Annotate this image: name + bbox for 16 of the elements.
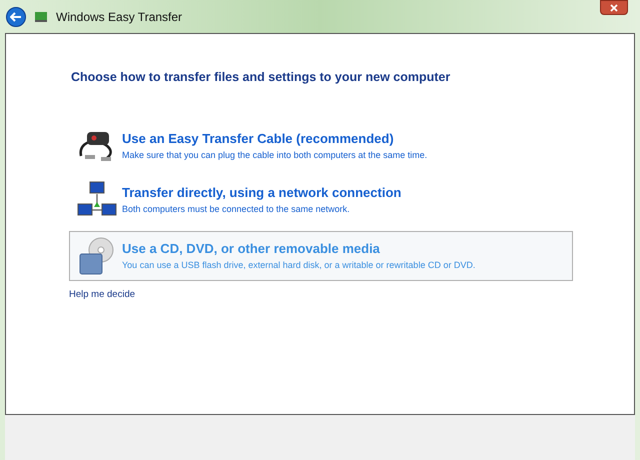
window-title: Windows Easy Transfer [56, 8, 182, 26]
back-arrow-icon [10, 12, 22, 22]
option-description: Both computers must be connected to the same network. [122, 202, 351, 216]
transfer-option[interactable]: Use a CD, DVD, or other removable media You can use a USB flash drive, external hard disk, or a writable or rewritable CD or DVD. [69, 230, 573, 281]
transfer-option[interactable]: Transfer directly, using a network connection Both computers must be connected to the same network. [69, 174, 573, 225]
close-button[interactable] [600, 0, 628, 15]
transfer-option[interactable]: Use an Easy Transfer Cable (recommended) Make sure that you can plug the cable into both computers at the same time. [69, 122, 573, 169]
back-button[interactable] [6, 6, 26, 26]
page-heading: Choose how to transfer files and settings to your new computer [71, 69, 452, 86]
option-title: Use a CD, DVD, or other removable media [122, 240, 381, 258]
option-title: Use an Easy Transfer Cable (recommended) [122, 130, 395, 148]
option-title: Transfer directly, using a network connection [122, 184, 402, 202]
option-description: Make sure that you can plug the cable into both computers at the same time. [122, 148, 428, 162]
close-icon [610, 4, 618, 12]
option-description: You can use a USB flash drive, external hard disk, or a writable or rewritable CD or DVD. [122, 258, 476, 272]
help-link[interactable]: Help me decide [69, 288, 136, 302]
